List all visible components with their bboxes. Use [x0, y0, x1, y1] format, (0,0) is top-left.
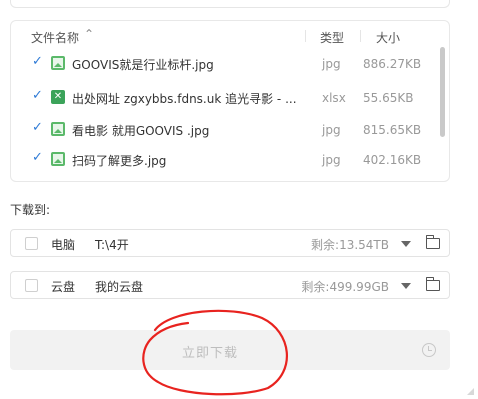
image-file-icon	[51, 56, 65, 70]
file-type: xlsx	[322, 91, 346, 105]
folder-icon[interactable]	[425, 235, 440, 249]
image-file-icon	[51, 122, 65, 136]
column-divider	[360, 30, 361, 42]
file-size: 55.65KB	[363, 91, 414, 105]
target-name: 云盘	[51, 280, 76, 294]
file-checkbox[interactable]	[31, 88, 44, 104]
top-panel-edge	[10, 0, 450, 8]
file-type: jpg	[322, 153, 341, 167]
file-checkbox[interactable]	[31, 120, 44, 136]
free-space: 剩余:13.54TB	[311, 238, 389, 252]
column-header-size[interactable]: 大小	[376, 29, 400, 46]
file-row[interactable]: ✕ 出处网址 zgxybbs.fdns.uk 追光寻影 - ... xlsx 5…	[11, 83, 441, 113]
target-checkbox[interactable]	[25, 279, 38, 292]
target-checkbox[interactable]	[25, 237, 38, 250]
image-file-icon	[51, 152, 65, 166]
dropdown-arrow-icon[interactable]	[401, 241, 411, 247]
column-header-type[interactable]: 类型	[320, 29, 344, 46]
file-row[interactable]: 看电影 就用GOOVIS .jpg jpg 815.65KB	[11, 115, 441, 145]
file-name: 扫码了解更多.jpg	[72, 154, 167, 168]
clock-icon[interactable]	[422, 343, 436, 357]
target-computer[interactable]: 电脑 T:\4开 剩余:13.54TB	[10, 229, 450, 257]
excel-file-icon: ✕	[51, 90, 65, 104]
sort-chevron-icon[interactable]: ⌃	[84, 27, 94, 41]
file-name: 看电影 就用GOOVIS .jpg	[72, 124, 210, 138]
file-name: GOOVIS就是行业标杆.jpg	[72, 58, 214, 72]
file-size: 402.16KB	[363, 153, 422, 167]
file-size: 815.65KB	[363, 123, 422, 137]
file-list-header: 文件名称 ⌃ 类型 大小	[11, 21, 449, 51]
download-now-button[interactable]: 立即下载	[10, 330, 450, 370]
download-to-label: 下载到:	[10, 203, 51, 217]
target-name: 电脑	[51, 238, 76, 252]
file-list-panel: 文件名称 ⌃ 类型 大小 GOOVIS就是行业标杆.jpg jpg 886.27…	[10, 20, 450, 182]
folder-icon[interactable]	[425, 277, 440, 291]
file-list-scrollbar[interactable]	[440, 47, 445, 137]
file-row[interactable]: 扫码了解更多.jpg jpg 402.16KB	[11, 145, 441, 175]
target-path: 我的云盘	[95, 280, 144, 294]
file-type: jpg	[322, 57, 341, 71]
file-row[interactable]: GOOVIS就是行业标杆.jpg jpg 886.27KB	[11, 49, 441, 79]
file-name: 出处网址 zgxybbs.fdns.uk 追光寻影 - ...	[72, 92, 297, 106]
file-checkbox[interactable]	[31, 150, 44, 166]
column-header-name[interactable]: 文件名称	[31, 29, 79, 46]
resize-grip-icon[interactable]	[466, 387, 474, 395]
free-space: 剩余:499.99GB	[301, 280, 389, 294]
download-now-label: 立即下载	[182, 346, 239, 361]
target-path: T:\4开	[95, 238, 129, 252]
file-type: jpg	[322, 123, 341, 137]
dropdown-arrow-icon[interactable]	[401, 283, 411, 289]
target-cloud[interactable]: 云盘 我的云盘 剩余:499.99GB	[10, 271, 450, 299]
column-divider	[305, 30, 306, 42]
file-size: 886.27KB	[363, 57, 422, 71]
file-checkbox[interactable]	[31, 54, 44, 70]
